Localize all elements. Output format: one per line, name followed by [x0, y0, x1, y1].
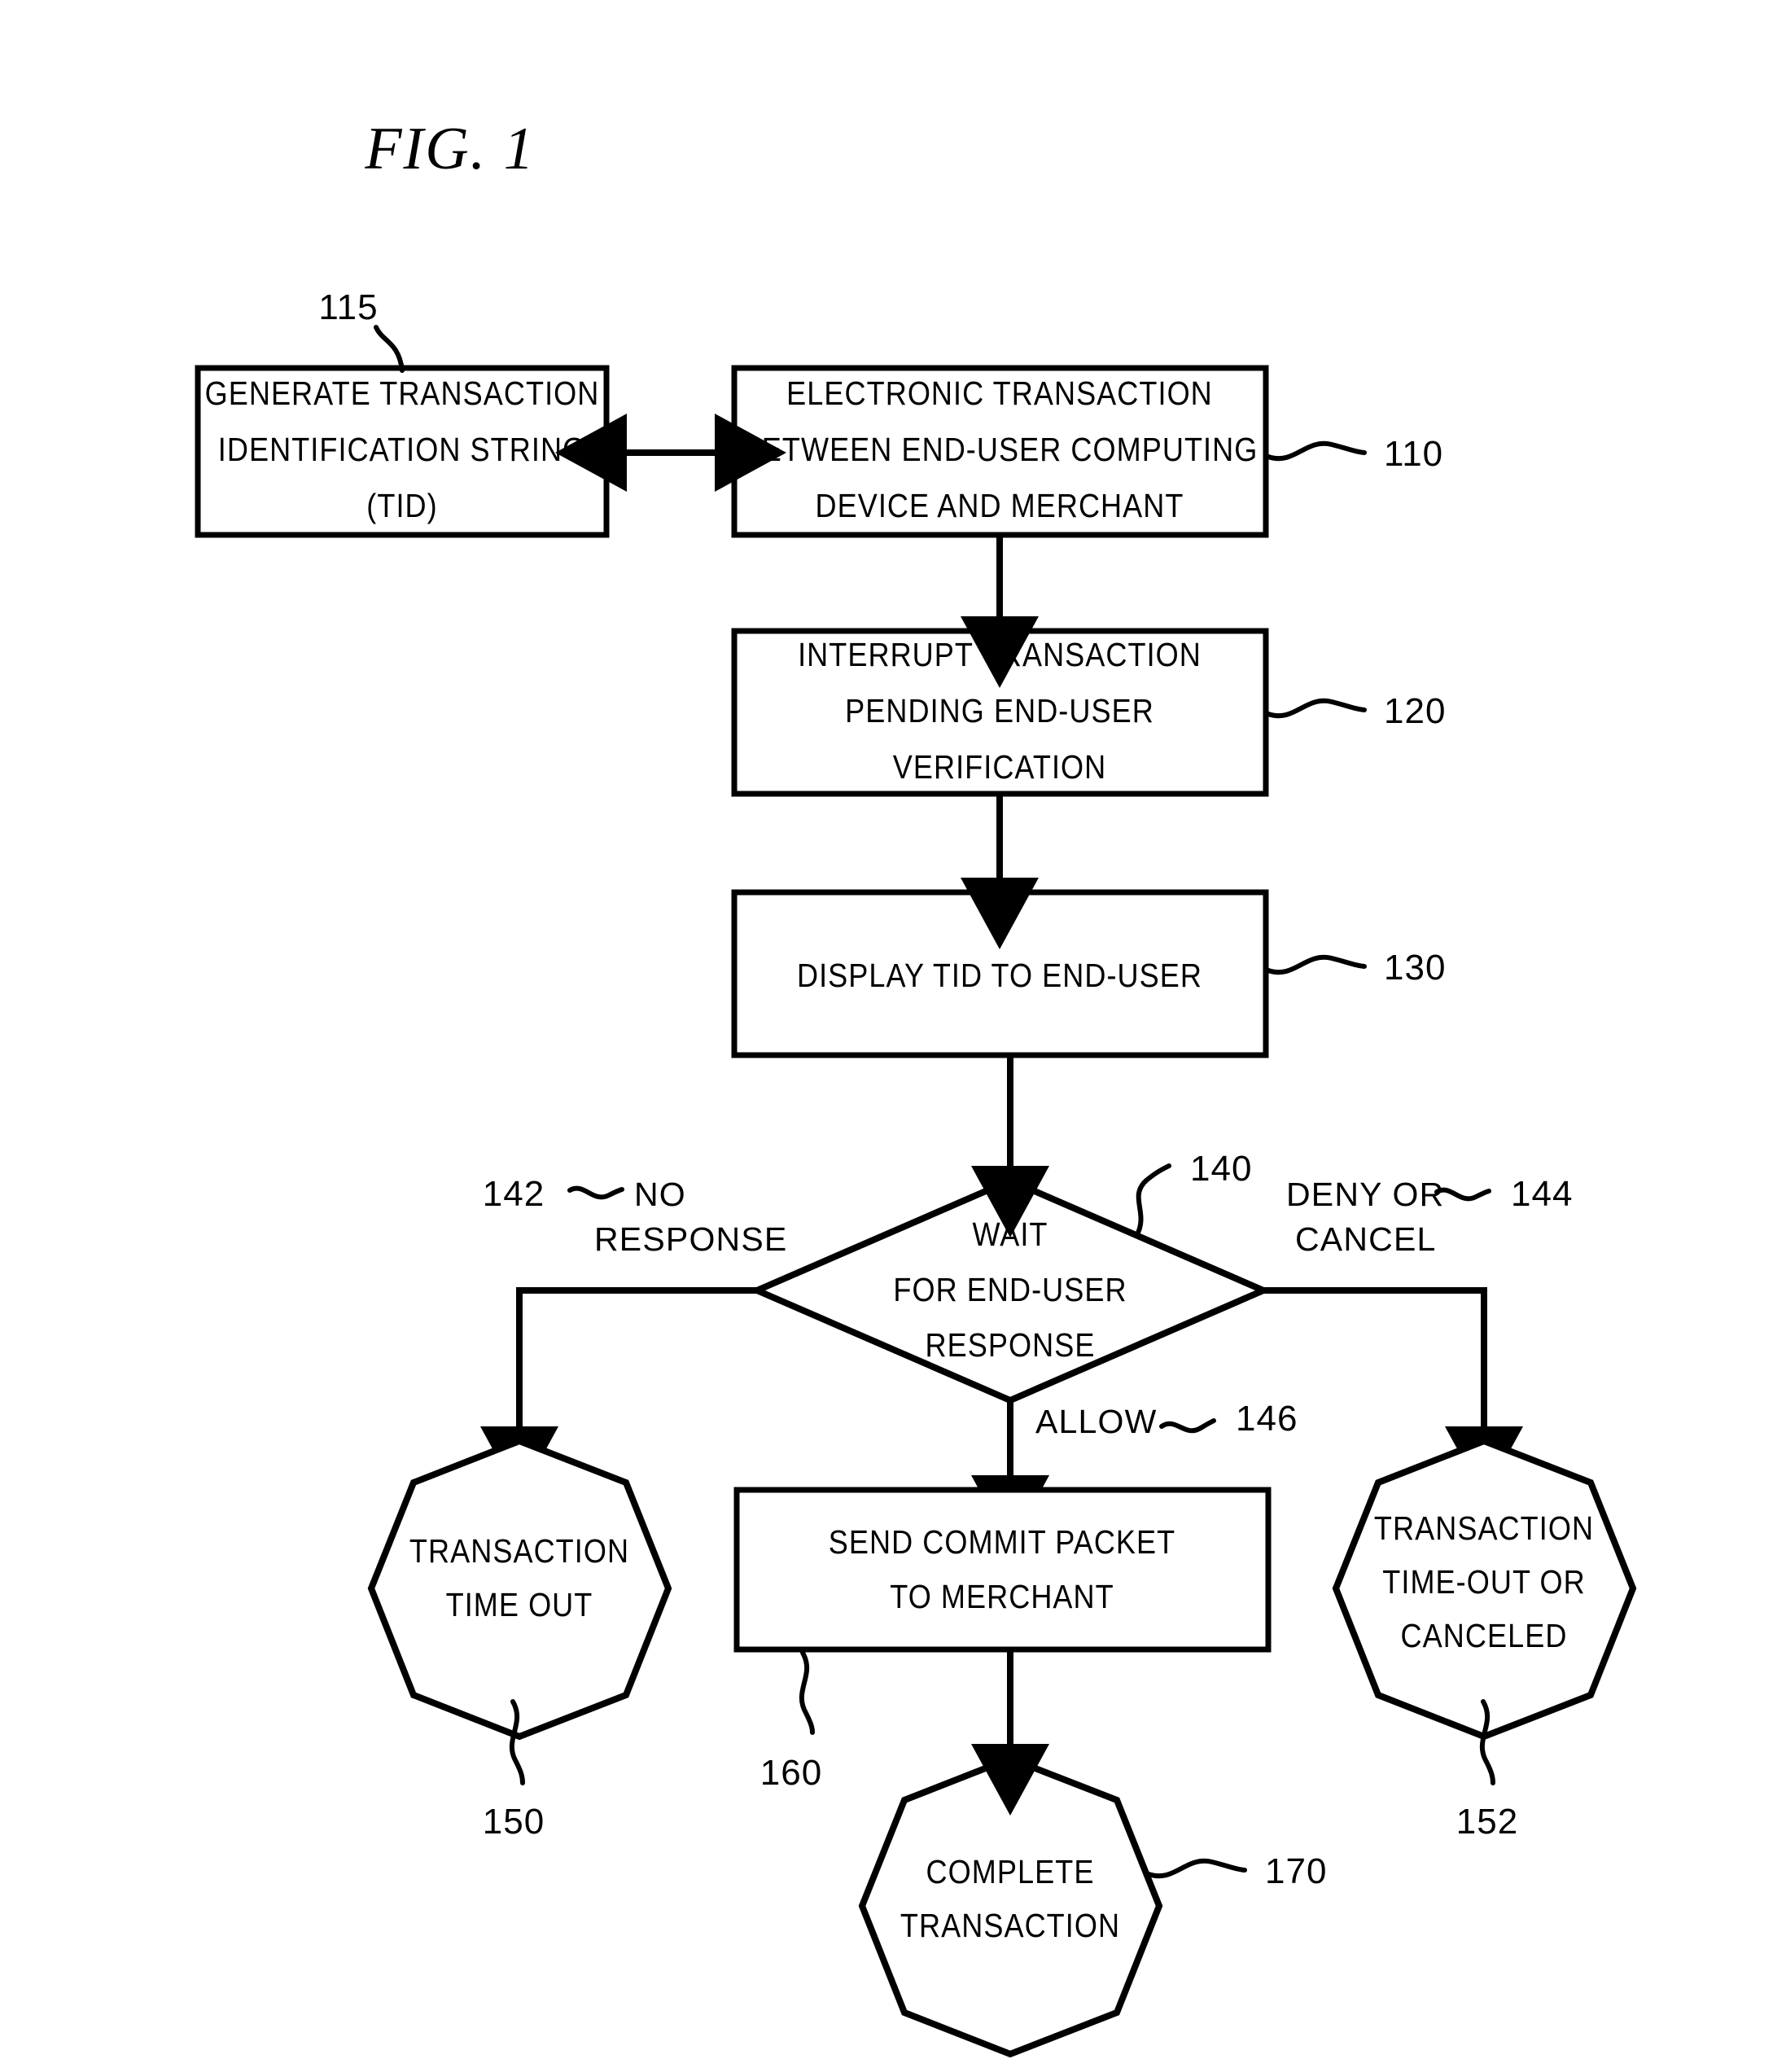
node-140-line-1: WAIT: [972, 1216, 1048, 1254]
node-152-ref: 152: [1456, 1802, 1518, 1842]
node-170-line-1: COMPLETE: [926, 1854, 1095, 1891]
node-170-ref: 170: [1265, 1851, 1327, 1891]
node-120-line-1: INTERRUPT TRANSACTION: [798, 637, 1202, 674]
node-160-line-1: SEND COMMIT PACKET: [829, 1524, 1176, 1562]
branch-144-line-1: DENY OR: [1286, 1176, 1444, 1213]
node-120-line-2: PENDING END-USER: [845, 693, 1154, 730]
node-160-leader: [799, 1650, 815, 1735]
connector-140-150: [480, 1287, 757, 1498]
node-120-line-3: VERIFICATION: [893, 749, 1107, 786]
node-150-line-1: TRANSACTION: [409, 1533, 629, 1570]
node-110-line-2: BETWEEN END-USER COMPUTING: [742, 431, 1259, 469]
node-150-ref: 150: [483, 1802, 545, 1842]
node-160-line-2: TO MERCHANT: [890, 1579, 1114, 1616]
node-152-line-1: TRANSACTION: [1374, 1510, 1594, 1548]
branch-142-line-2: RESPONSE: [594, 1220, 787, 1258]
node-140-line-2: FOR END-USER: [893, 1272, 1127, 1309]
patent-figure-page: FIG. 1 GENERATE TRANSACTION IDENTIFICATI…: [0, 0, 1786, 2072]
node-130-line-1: DISPLAY TID TO END-USER: [797, 957, 1202, 995]
node-152-line-3: CANCELED: [1401, 1618, 1568, 1655]
branch-142-line-1: NO: [634, 1176, 686, 1213]
node-160-ref: 160: [760, 1753, 822, 1793]
node-115-line-1: GENERATE TRANSACTION: [205, 375, 600, 413]
node-152-line-2: TIME-OUT OR: [1382, 1564, 1585, 1601]
branch-146-line-1: ALLOW: [1035, 1403, 1158, 1440]
node-140-leader: [1134, 1163, 1171, 1238]
node-115-line-3: (TID): [366, 488, 437, 525]
node-140-line-3: RESPONSE: [926, 1327, 1096, 1365]
node-160-box: [733, 1487, 1272, 1653]
node-120-ref: 120: [1384, 691, 1446, 731]
node-110-leader: [1266, 440, 1367, 462]
node-150-line-2: TIME OUT: [446, 1587, 593, 1624]
node-115-leader: [374, 325, 405, 373]
branch-142-ref: 142: [483, 1174, 545, 1214]
branch-144-ref: 144: [1511, 1174, 1573, 1214]
figure-title: FIG. 1: [364, 116, 535, 182]
node-130-leader: [1266, 954, 1367, 975]
branch-142-leader: [567, 1185, 624, 1200]
node-130-ref: 130: [1384, 948, 1446, 988]
node-110-line-3: DEVICE AND MERCHANT: [816, 488, 1184, 525]
node-115-ref: 115: [318, 287, 378, 327]
flowchart-svg: FIG. 1 GENERATE TRANSACTION IDENTIFICATI…: [195, 116, 1637, 2058]
branch-144-line-2: CANCEL: [1295, 1220, 1437, 1258]
node-140-ref: 140: [1190, 1149, 1252, 1189]
node-170-leader: [1146, 1858, 1247, 1879]
node-110-ref: 110: [1384, 434, 1443, 474]
node-110-line-1: ELECTRONIC TRANSACTION: [786, 375, 1213, 413]
branch-146-ref: 146: [1236, 1399, 1298, 1439]
branch-146-leader: [1159, 1418, 1216, 1434]
node-170-shape: [858, 1754, 1163, 2058]
node-115-line-2: IDENTIFICATION STRING: [218, 431, 586, 469]
node-120-leader: [1266, 698, 1367, 719]
branch-144-leader: [1434, 1187, 1491, 1202]
node-170-line-2: TRANSACTION: [900, 1908, 1120, 1945]
